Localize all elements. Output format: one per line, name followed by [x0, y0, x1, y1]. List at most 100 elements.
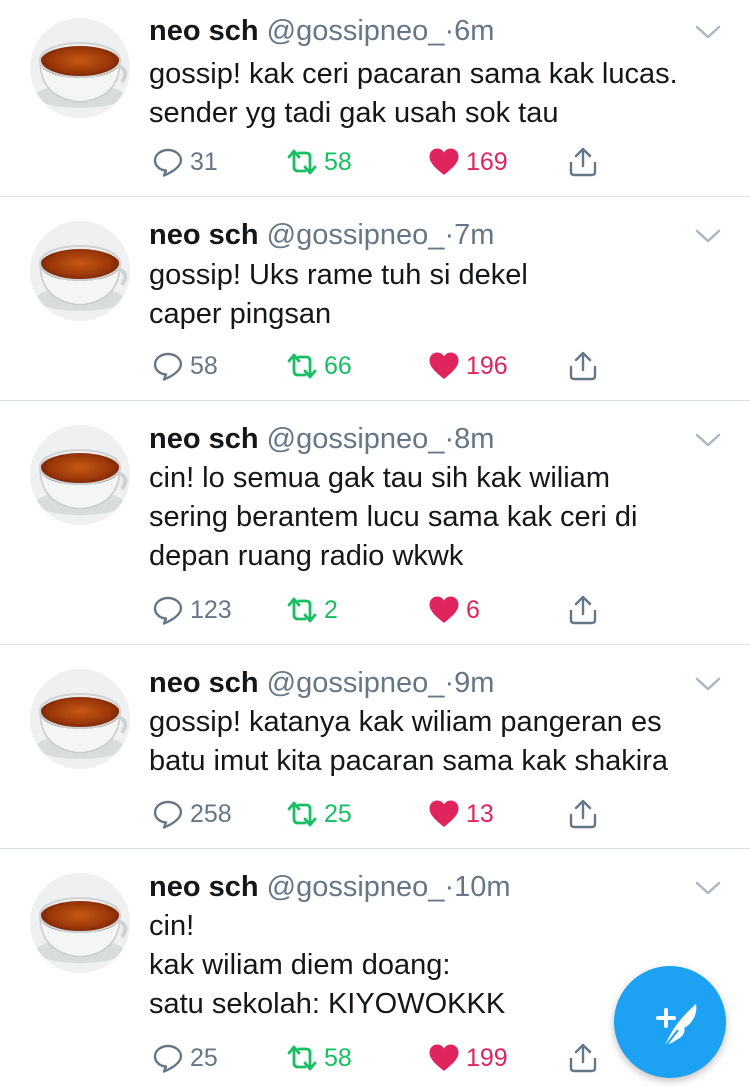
tweet-actions: 123 2 6 — [0, 590, 750, 630]
separator-dot: · — [444, 423, 455, 455]
timestamp[interactable]: 8m — [454, 423, 494, 455]
like-button[interactable]: 199 — [428, 1038, 508, 1078]
retweet-button[interactable]: 58 — [286, 1038, 352, 1078]
avatar[interactable] — [30, 425, 130, 525]
like-button[interactable]: 13 — [428, 794, 494, 834]
retweet-icon — [286, 146, 318, 178]
reply-icon — [152, 1042, 184, 1074]
heart-icon — [428, 350, 460, 382]
reply-icon — [152, 350, 184, 382]
reply-button[interactable]: 58 — [152, 346, 218, 386]
display-name[interactable]: neo sch — [149, 423, 259, 455]
tweet-text-line: gossip! Uks rame tuh si dekel — [149, 259, 528, 291]
tweet-header: neo sch @gossipneo_·8m — [149, 422, 494, 456]
heart-icon — [428, 594, 460, 626]
reply-icon — [152, 146, 184, 178]
retweet-icon — [286, 798, 318, 830]
compose-tweet-button[interactable] — [614, 966, 726, 1078]
share-button[interactable] — [567, 1038, 599, 1078]
display-name[interactable]: neo sch — [149, 15, 259, 47]
retweet-count: 58 — [324, 147, 352, 176]
tweet-header: neo sch @gossipneo_·10m — [149, 870, 511, 904]
tweet-header: neo sch @gossipneo_·9m — [149, 666, 494, 700]
reply-button[interactable]: 123 — [152, 590, 232, 630]
reply-icon — [152, 798, 184, 830]
share-icon — [567, 798, 599, 830]
user-handle[interactable]: @gossipneo_ — [267, 15, 445, 47]
retweet-button[interactable]: 58 — [286, 142, 352, 182]
separator-dot: · — [444, 15, 455, 47]
heart-icon — [428, 1042, 460, 1074]
avatar[interactable] — [30, 873, 130, 973]
tweet-text-line: gossip! kak ceri pacaran sama kak lucas. — [149, 58, 678, 90]
like-count: 199 — [466, 1043, 508, 1072]
heart-icon — [428, 798, 460, 830]
like-button[interactable]: 196 — [428, 346, 508, 386]
share-icon — [567, 594, 599, 626]
retweet-count: 66 — [324, 351, 352, 380]
timestamp[interactable]: 7m — [454, 219, 494, 251]
user-handle[interactable]: @gossipneo_ — [267, 219, 445, 251]
separator-dot: · — [444, 667, 455, 699]
tweet-text-line: sender yg tadi gak usah sok tau — [149, 97, 559, 129]
chevron-down-icon[interactable] — [694, 22, 722, 42]
tweet-header: neo sch @gossipneo_·6m — [149, 14, 494, 48]
tweet-text-line: cin! lo semua gak tau sih kak wiliam — [149, 462, 610, 494]
tweet-actions: 31 58 169 — [0, 142, 750, 182]
reply-button[interactable]: 31 — [152, 142, 218, 182]
tweet-text: gossip! kak ceri pacaran sama kak lucas.… — [149, 55, 729, 133]
tweet-text-line: sering berantem lucu sama kak ceri di — [149, 501, 638, 533]
tweet-divider — [0, 196, 750, 197]
reply-button[interactable]: 258 — [152, 794, 232, 834]
share-button[interactable] — [567, 794, 599, 834]
compose-tweet-icon — [656, 1004, 697, 1049]
tweet-text-line: gossip! katanya kak wiliam pangeran es — [149, 706, 662, 738]
share-button[interactable] — [567, 142, 599, 182]
share-icon — [567, 1042, 599, 1074]
retweet-icon — [286, 1042, 318, 1074]
display-name[interactable]: neo sch — [149, 219, 259, 251]
share-button[interactable] — [567, 590, 599, 630]
share-button[interactable] — [567, 346, 599, 386]
display-name[interactable]: neo sch — [149, 871, 259, 903]
heart-icon — [428, 146, 460, 178]
avatar[interactable] — [30, 221, 130, 321]
reply-count: 31 — [190, 147, 218, 176]
tweet-text-line: depan ruang radio wkwk — [149, 540, 464, 572]
tweet-feed: neo sch @gossipneo_·6m gossip! kak ceri … — [0, 0, 750, 1087]
avatar[interactable] — [30, 669, 130, 769]
tweet-actions: 58 66 196 — [0, 346, 750, 386]
chevron-down-icon[interactable] — [694, 878, 722, 898]
timestamp[interactable]: 9m — [454, 667, 494, 699]
user-handle[interactable]: @gossipneo_ — [267, 423, 445, 455]
retweet-count: 2 — [324, 595, 338, 624]
reply-button[interactable]: 25 — [152, 1038, 218, 1078]
retweet-icon — [286, 594, 318, 626]
avatar[interactable] — [30, 18, 130, 118]
retweet-button[interactable]: 66 — [286, 346, 352, 386]
tweet-text-line: cin! — [149, 910, 195, 942]
chevron-down-icon[interactable] — [694, 674, 722, 694]
like-count: 196 — [466, 351, 508, 380]
retweet-icon — [286, 350, 318, 382]
retweet-button[interactable]: 25 — [286, 794, 352, 834]
user-handle[interactable]: @gossipneo_ — [267, 667, 445, 699]
chevron-down-icon[interactable] — [694, 226, 722, 246]
reply-count: 258 — [190, 799, 232, 828]
like-count: 13 — [466, 799, 494, 828]
chevron-down-icon[interactable] — [694, 430, 722, 450]
like-button[interactable]: 6 — [428, 590, 480, 630]
display-name[interactable]: neo sch — [149, 667, 259, 699]
separator-dot: · — [444, 871, 455, 903]
retweet-button[interactable]: 2 — [286, 590, 338, 630]
reply-count: 123 — [190, 595, 232, 624]
like-button[interactable]: 169 — [428, 142, 508, 182]
timestamp[interactable]: 6m — [454, 15, 494, 47]
reply-count: 25 — [190, 1043, 218, 1072]
share-icon — [567, 350, 599, 382]
retweet-count: 58 — [324, 1043, 352, 1072]
retweet-count: 25 — [324, 799, 352, 828]
tweet-divider — [0, 644, 750, 645]
timestamp[interactable]: 10m — [454, 871, 510, 903]
user-handle[interactable]: @gossipneo_ — [267, 871, 445, 903]
